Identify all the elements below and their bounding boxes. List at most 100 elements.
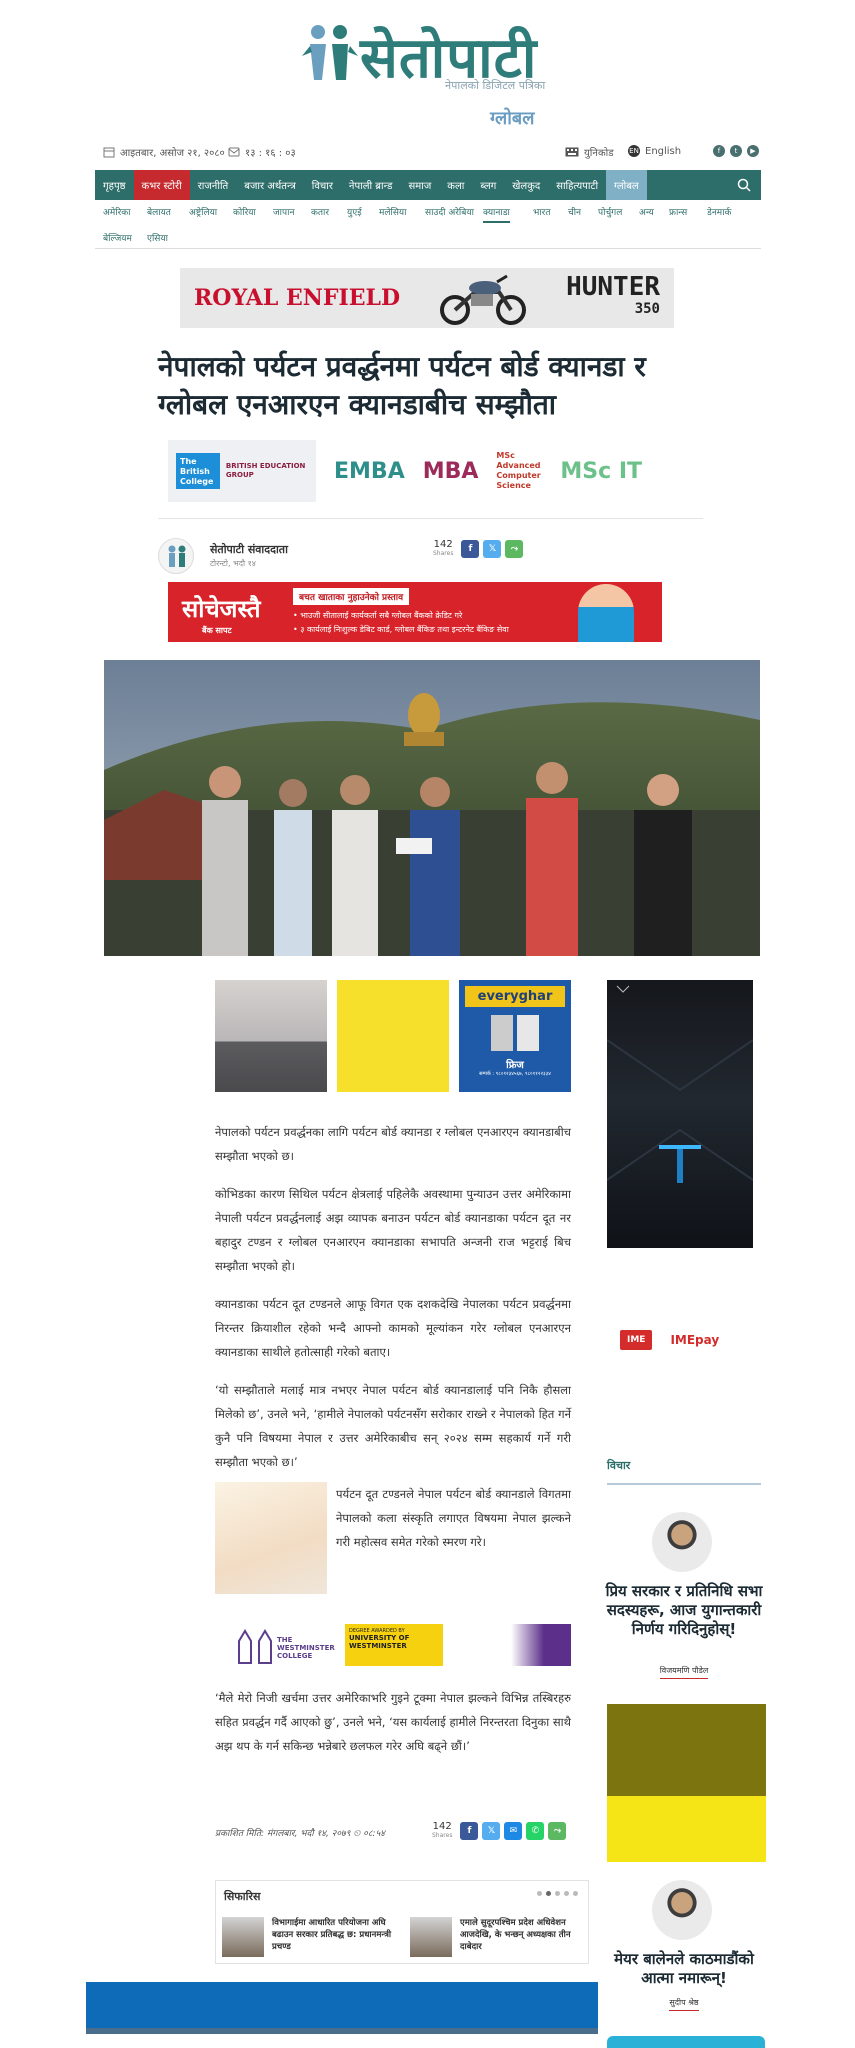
opinion-title[interactable]: मेयर बालेनले काठमाडौंको आत्मा नमारून्! — [602, 1950, 766, 1988]
facebook-share-button[interactable]: f — [461, 540, 480, 558]
ad-everyghar-brand: everyghar — [465, 986, 565, 1007]
ad-college-name: The British College — [176, 453, 220, 489]
facebook-share-button[interactable]: f — [460, 1822, 479, 1840]
carousel-dot[interactable] — [537, 1891, 542, 1896]
opinion-title[interactable]: प्रिय सरकार र प्रतिनिधि सभा सदस्यहरू, आज… — [602, 1582, 766, 1639]
publish-row: प्रकाशित मिति: मंगलबार, भदौ १४, २०७९ ⏲ ०… — [215, 1822, 571, 1844]
clock-icon: ⏲ — [353, 1829, 361, 1839]
opinion-author[interactable]: विजयमणि पौडेल — [602, 1665, 766, 1679]
subnav-france[interactable]: फ्रान्स — [669, 205, 687, 218]
twitter-share-button[interactable]: 𝕏 — [483, 540, 502, 558]
youtube-icon[interactable]: ▶ — [747, 145, 759, 157]
college-building-icon — [238, 1629, 272, 1664]
subnav-other[interactable]: अन्य — [639, 205, 654, 218]
opinion-section-heading[interactable]: विचार — [607, 1458, 761, 1485]
nav-opinion[interactable]: विचार — [304, 170, 341, 200]
opinion-author[interactable]: सुदीप श्रेष्ठ — [602, 1997, 766, 2011]
nav-nepali-brand[interactable]: नेपाली ब्रान्ड — [341, 170, 401, 200]
ad-everyghar[interactable]: everyghar फ्रिज सम्पर्क : ९८०१२३४५६७, ९८… — [459, 980, 571, 1092]
subnav-india[interactable]: भारत — [533, 205, 550, 218]
author-avatar — [158, 538, 194, 574]
ad-block-olive — [607, 1704, 766, 1796]
recommendation-item[interactable]: एमाले सुदूरपश्चिम प्रदेश अधिवेशन आजदेखि,… — [410, 1917, 585, 1961]
ad-banner-bank[interactable]: सोचेजस्तै बैंक सापट बचत खाताका नुहाउनेको… — [168, 582, 662, 642]
carousel-dot[interactable] — [555, 1891, 560, 1896]
ad-bank-brand-text: सोचेजस्तै — [182, 594, 261, 623]
subnav-japan[interactable]: जापान — [273, 205, 294, 218]
opinion-author-avatar[interactable] — [652, 1880, 712, 1940]
carousel-dot[interactable] — [546, 1891, 551, 1896]
carousel-dots — [537, 1891, 578, 1896]
sidebar-ad-dark[interactable] — [607, 980, 753, 1248]
date-text: आइतबार, असोज २१, २०८० — [120, 148, 225, 159]
recommendation-item[interactable]: विभागाईमा आधारित परियोजना अघि बढाउन सरका… — [222, 1917, 397, 1961]
ad-yellow[interactable] — [337, 980, 449, 1092]
ad-bank-headline: बचत खाताका नुहाउनेको प्रस्ताव — [293, 588, 410, 605]
subnav-korea[interactable]: कोरिया — [233, 205, 256, 218]
nav-art[interactable]: कला — [439, 170, 472, 200]
inline-ad-image[interactable] — [215, 1482, 327, 1594]
author-name[interactable]: सेतोपाटी संवाददाता — [210, 542, 288, 557]
facebook-icon[interactable]: f — [713, 145, 725, 157]
nav-literature[interactable]: साहित्यपाटी — [548, 170, 606, 200]
subnav-denmark[interactable]: डेनमार्क — [707, 205, 731, 218]
footer-ad-bar[interactable] — [86, 1982, 598, 2028]
article-paragraph: कोभिडका कारण सिथिल पर्यटन क्षेत्रलाई पहि… — [215, 1187, 571, 1273]
messenger-share-button[interactable]: ✉ — [504, 1822, 523, 1840]
subnav-malaysia[interactable]: मलेसिया — [379, 205, 406, 218]
subnav-belgium[interactable]: बेल्जियम — [103, 231, 132, 244]
opinion-author-avatar[interactable] — [652, 1512, 712, 1572]
nav-blog[interactable]: ब्लग — [472, 170, 504, 200]
subnav-australia[interactable]: अष्ट्रेलिया — [189, 205, 217, 218]
subnav-asia[interactable]: एसिया — [147, 231, 168, 244]
carousel-dot[interactable] — [573, 1891, 578, 1896]
nav-sports[interactable]: खेलकुद — [504, 170, 548, 200]
ad-bank-sub: बैंक सापट — [202, 626, 232, 635]
subnav-saudi[interactable]: साउदी अरेबिया — [425, 205, 474, 218]
ad-banner-royal-enfield[interactable]: ROYAL ENFIELD HUNTER 350 — [180, 268, 674, 328]
share-button[interactable]: ⤳ — [505, 540, 524, 558]
subnav-portugal[interactable]: पोर्चुगल — [598, 205, 622, 218]
share-count: 142 Shares — [433, 540, 453, 558]
sidebar-ad-yellow[interactable] — [607, 1704, 766, 1862]
twitter-share-button[interactable]: 𝕏 — [482, 1822, 501, 1840]
nav-society[interactable]: समाज — [401, 170, 440, 200]
logo-tagline: नेपालको डिजिटल पत्रिका — [445, 79, 546, 92]
share-count-label: Shares — [432, 1832, 453, 1839]
sidebar-ad-ime[interactable]: IME IMEpay — [620, 1325, 750, 1355]
opinion-author-name: सुदीप श्रेष्ठ — [669, 1998, 699, 2011]
article-paragraph: ‘मैले मेरो निजी खर्चमा उत्तर अमेरिकाभरि … — [215, 1691, 571, 1753]
nav-home[interactable]: गृहपृष्ठ — [95, 170, 134, 200]
article-paragraph: नेपालको पर्यटन प्रवर्द्धनका लागि पर्यटन … — [215, 1125, 571, 1163]
share-button[interactable]: ⤳ — [548, 1822, 567, 1840]
nav-global[interactable]: ग्लोबल — [606, 170, 647, 200]
subnav-qatar[interactable]: कतार — [311, 205, 329, 218]
nav-cover-story[interactable]: कभर स्टोरी — [133, 170, 190, 200]
nav-market-economy[interactable]: बजार अर्थतन्त्र — [236, 170, 304, 200]
opinion-author-name: विजयमणि पौडेल — [659, 1666, 709, 1679]
twitter-icon[interactable]: t — [730, 145, 742, 157]
article-paragraph: पर्यटन दूत टण्डनले नेपाल पर्यटन बोर्ड क्… — [336, 1487, 571, 1549]
ad-brand: ROYAL ENFIELD — [194, 285, 401, 311]
ad-banner-education[interactable]: The British College BRITISH EDUCATION GR… — [168, 440, 648, 502]
motorcycle-icon — [440, 274, 527, 325]
ad-car[interactable] — [215, 980, 327, 1092]
hero-photo — [104, 660, 760, 956]
search-icon[interactable] — [737, 178, 751, 192]
subnav-canada[interactable]: क्यानाडा — [483, 205, 510, 223]
ad-bank-brand: सोचेजस्तै बैंक सापट — [182, 592, 261, 636]
site-logo[interactable]: सेतोपाटी नेपालको डिजिटल पत्रिका ग्लोबल — [300, 18, 560, 129]
sidebar-ad-edge[interactable] — [607, 2036, 765, 2048]
subnav-uae[interactable]: युएई — [347, 205, 362, 218]
ad-block-yellow — [607, 1796, 766, 1862]
subnav-usa[interactable]: अमेरिका — [103, 205, 131, 218]
nav-politics[interactable]: राजनीति — [190, 170, 237, 200]
english-link[interactable]: EN English — [628, 145, 681, 157]
carousel-dot[interactable] — [564, 1891, 569, 1896]
ad-banner-westminster[interactable]: THE WESTMINSTER COLLEGE DEGREE AWARDED B… — [215, 1622, 571, 1668]
subnav-uk[interactable]: बेलायत — [147, 205, 171, 218]
subnav-china[interactable]: चीन — [568, 205, 581, 218]
unicode-link[interactable]: युनिकोड — [565, 145, 614, 159]
whatsapp-share-button[interactable]: ✆ — [526, 1822, 545, 1840]
hero-photo-illustration — [104, 660, 760, 956]
